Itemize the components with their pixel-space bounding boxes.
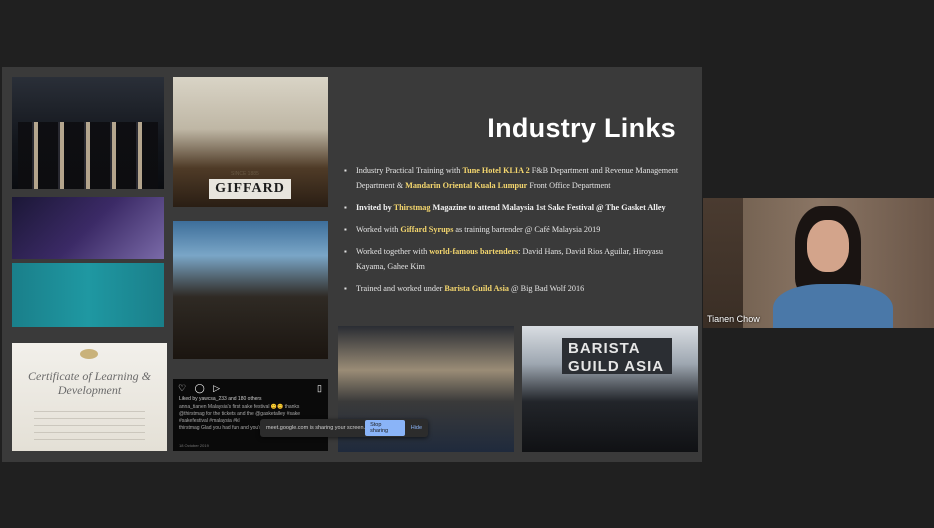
bullet-item: Industry Practical Training with Tune Ho… — [342, 163, 682, 193]
screen-share-bar: meet.google.com is sharing your screen. … — [260, 419, 428, 437]
photo-instagram-post: ♡ ◯ ▷ ▯ Liked by yawcsa_233 and 180 othe… — [173, 379, 328, 451]
bullet-text: Invited by — [356, 203, 394, 212]
photo-night-drinks — [173, 221, 328, 359]
bullet-text: Magazine to attend Malaysia 1st Sake Fes… — [430, 203, 666, 212]
photo-gifford-bar: SINCE 1885 GIFFARD — [173, 77, 328, 207]
bullet-list: Industry Practical Training with Tune Ho… — [342, 163, 682, 303]
presentation-slide: SINCE 1885 GIFFARD Certificate of Learni… — [2, 67, 702, 462]
gifford-sub-text: SINCE 1885 — [231, 171, 259, 177]
participant-name: Tianen Chow — [707, 314, 760, 324]
meeting-stage: SINCE 1885 GIFFARD Certificate of Learni… — [0, 0, 702, 528]
bullet-text: Worked with — [356, 225, 401, 234]
hide-share-bar-button[interactable]: Hide — [411, 425, 422, 431]
bullet-item: Trained and worked under Barista Guild A… — [342, 281, 682, 296]
highlighted-text: Mandarin Oriental Kuala Lumpur — [405, 181, 528, 190]
certificate-title: Certificate of Learning & Development — [28, 369, 151, 397]
certificate-text-lines — [34, 405, 145, 443]
slide-title: Industry Links — [487, 113, 676, 143]
highlighted-text: Thirstmag — [393, 203, 431, 212]
participant-tile[interactable]: Tianen Chow — [703, 198, 934, 328]
highlighted-text: Tune Hotel KLIA 2 — [462, 166, 530, 175]
bullet-text: as training bartender @ Café Malaysia 20… — [453, 225, 601, 234]
screen-share-message: meet.google.com is sharing your screen. — [266, 425, 366, 431]
instagram-date: 18 October 2019 — [179, 443, 209, 448]
photo-barista-team: BARISTA GUILD ASIA — [522, 326, 698, 452]
bookmark-icon: ▯ — [317, 383, 322, 393]
photo-group-formal — [12, 77, 164, 189]
photo-purple-event — [12, 197, 164, 259]
highlighted-text: Giffard Syrups — [400, 225, 454, 234]
gifford-sign: GIFFARD — [209, 179, 291, 199]
instagram-liked-by: Liked by yawcsa_233 and 180 others — [179, 396, 262, 402]
bullet-item: Worked together with world-famous barten… — [342, 244, 682, 274]
certificate-seal-icon — [80, 349, 98, 359]
bullet-item: Worked with Giffard Syrups as training b… — [342, 222, 682, 237]
bullet-text: Industry Practical Training with — [356, 166, 463, 175]
photo-certificate: Certificate of Learning & Development — [12, 343, 167, 451]
photo-teal-group — [12, 263, 164, 327]
highlighted-text: world-famous bartenders — [429, 247, 519, 256]
bullet-text: Front Office Department — [527, 181, 611, 190]
bullet-text: @ Big Bad Wolf 2016 — [508, 284, 585, 293]
bullet-text: Worked together with — [356, 247, 430, 256]
instagram-actions-icon: ♡ ◯ ▷ — [178, 383, 224, 393]
bullet-item: Invited by Thirstmag Magazine to attend … — [342, 200, 682, 215]
stop-sharing-button[interactable]: Stop sharing — [365, 420, 405, 436]
bullet-text: Trained and worked under — [356, 284, 445, 293]
barista-banner: BARISTA GUILD ASIA — [562, 338, 672, 375]
highlighted-text: Barista Guild Asia — [444, 284, 509, 293]
